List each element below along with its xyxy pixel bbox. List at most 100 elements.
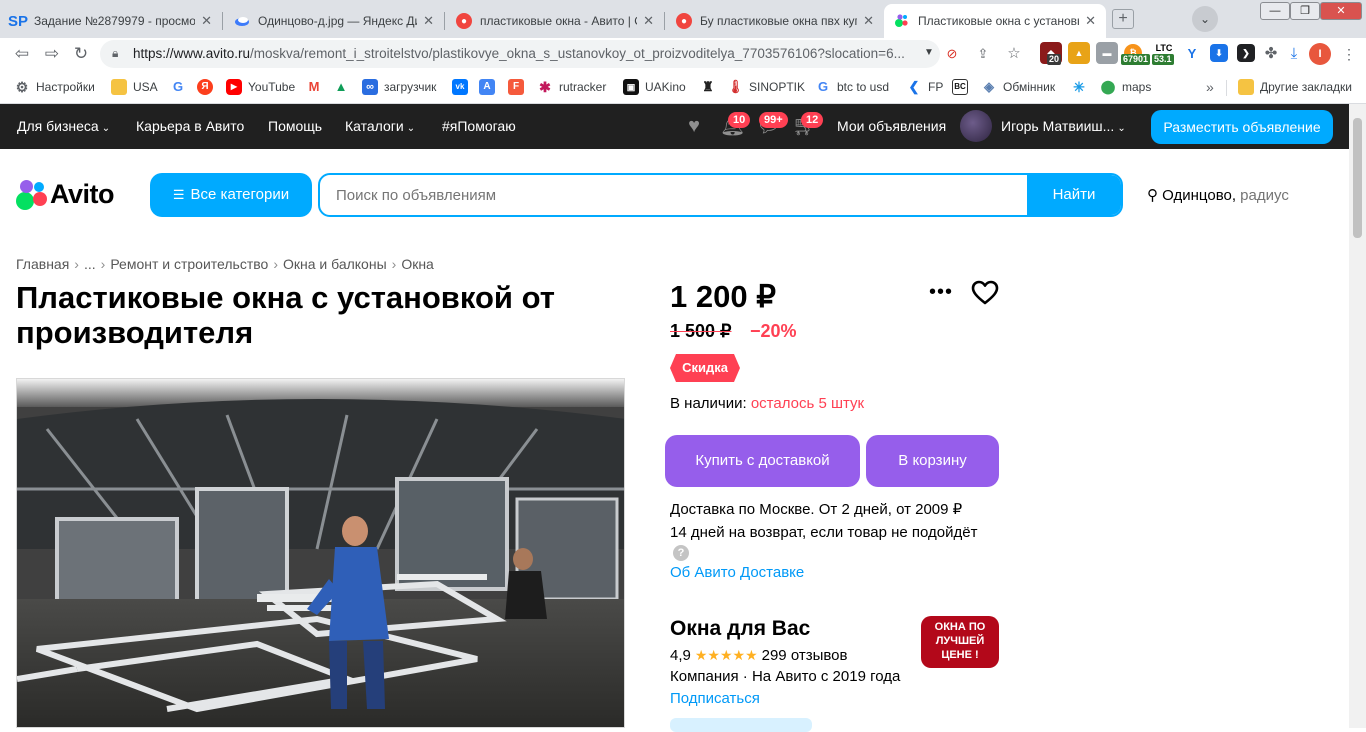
nav-catalogs[interactable]: Каталоги ⌄ xyxy=(345,118,415,134)
extension-download-icon[interactable]: ⬇ xyxy=(1210,44,1228,62)
bookmark-translate[interactable]: A xyxy=(479,78,501,96)
close-tab-icon[interactable]: ✕ xyxy=(863,13,874,29)
my-ads-link[interactable]: Мои объявления xyxy=(837,118,946,134)
blocked-icon[interactable]: ⊘ xyxy=(944,46,960,62)
favorite-heart-icon[interactable] xyxy=(971,280,999,306)
bookmark-chess[interactable]: ♜ xyxy=(700,78,722,96)
more-bookmarks-button[interactable]: » xyxy=(1206,79,1214,95)
seller-name[interactable]: Окна для Вас xyxy=(670,617,810,641)
uakino-icon: ▣ xyxy=(623,79,639,95)
extension-adblock-icon[interactable]: ▲ xyxy=(1068,42,1090,64)
nav-for-business[interactable]: Для бизнеса ⌄ xyxy=(17,118,110,134)
profile-avatar[interactable]: I xyxy=(1309,43,1331,65)
tab-search-icon[interactable]: ⌄ xyxy=(1192,6,1218,32)
bookmark-btc-to-usd[interactable]: Gbtc to usd xyxy=(815,78,889,96)
bookmark-uakino[interactable]: ▣ UAKino xyxy=(623,78,686,96)
bookmark-obminnik[interactable]: ◈ Обмінник xyxy=(981,78,1055,96)
avito-logo-text: Avito xyxy=(50,178,115,209)
close-tab-icon[interactable]: ✕ xyxy=(201,13,212,29)
search-input[interactable] xyxy=(320,175,1030,215)
add-to-cart-button[interactable]: В корзину xyxy=(866,435,999,487)
help-question-icon[interactable]: ? xyxy=(673,545,689,561)
fp-icon: ❮ xyxy=(908,79,920,94)
browser-tab[interactable]: SP Задание №2879979 - просмотр ✕ xyxy=(0,4,222,38)
bookmark-drive[interactable]: ▲ xyxy=(333,78,355,96)
close-tab-icon[interactable]: ✕ xyxy=(423,13,434,29)
close-tab-icon[interactable]: ✕ xyxy=(1085,13,1096,29)
maps-pin-icon: ⬤ xyxy=(1100,79,1116,94)
factory-photo-image xyxy=(17,379,624,727)
bookmark-settings[interactable]: ⚙ Настройки xyxy=(14,78,95,96)
user-name: Игорь Матвииш... xyxy=(1001,118,1115,134)
bookmark-usa[interactable]: USA xyxy=(111,78,158,96)
seller-logo[interactable]: ОКНА ПО ЛУЧШЕЙ ЦЕНЕ ! xyxy=(921,616,999,668)
bookmark-sinoptik[interactable]: 🌡︎ SINOPTIK xyxy=(727,78,805,96)
extension-briefcase-icon[interactable]: ▬ xyxy=(1096,42,1118,64)
close-window-button[interactable]: ✕ xyxy=(1320,2,1362,20)
url-text[interactable]: https://www.avito.ru/moskva/remont_i_str… xyxy=(133,46,923,61)
user-avatar[interactable] xyxy=(960,110,992,142)
breadcrumb-item[interactable]: Окна и балконы xyxy=(283,256,387,272)
more-options-icon[interactable]: ••• xyxy=(929,281,953,304)
browser-menu-icon[interactable]: ⋮ xyxy=(1342,46,1356,62)
reload-icon[interactable]: ↻ xyxy=(71,44,91,64)
nav-ya-pomogayu[interactable]: #яПомогаю xyxy=(442,118,516,134)
bookmark-google[interactable]: G xyxy=(170,78,192,96)
extension-y-icon[interactable]: Y xyxy=(1184,46,1200,62)
bookmark-bc[interactable]: BC xyxy=(952,78,974,96)
url-dropdown-icon[interactable]: ▼ xyxy=(924,47,934,58)
bookmark-youtube[interactable]: ▶ YouTube xyxy=(226,78,295,96)
browser-tab[interactable]: Одинцово-д.jpg — Яндекс Диск ✕ xyxy=(224,4,444,38)
avito-logo[interactable]: Avito xyxy=(16,178,115,210)
bookmark-vk[interactable]: vk xyxy=(452,78,474,96)
maximize-window-button[interactable]: ❐ xyxy=(1290,2,1320,20)
bookmark-fp[interactable]: ❮ FP xyxy=(906,78,944,96)
all-categories-button[interactable]: ☰ Все категории xyxy=(150,173,312,217)
bookmark-gmail[interactable]: M xyxy=(306,78,328,96)
nav-careers[interactable]: Карьера в Авито xyxy=(136,118,244,134)
breadcrumb-item[interactable]: ... xyxy=(84,256,96,272)
tab-title: Бу пластиковые окна пвх купить xyxy=(700,14,857,28)
new-tab-button[interactable]: + xyxy=(1112,9,1134,29)
delivery-terms: Доставка по Москве. От 2 дней, от 2009 ₽ xyxy=(670,501,963,518)
bookmark-star-icon[interactable]: ☆ xyxy=(1006,46,1022,62)
nav-help[interactable]: Помощь xyxy=(268,118,322,134)
favorites-heart-icon[interactable]: ♥ xyxy=(682,115,706,137)
breadcrumb-item[interactable]: Ремонт и строительство xyxy=(110,256,268,272)
bookmark-maps[interactable]: ⬤ maps xyxy=(1100,78,1152,96)
browser-tab-active[interactable]: Пластиковые окна с установкой ✕ xyxy=(884,4,1106,38)
bookmark-rutracker[interactable]: ✱ rutracker xyxy=(537,78,606,96)
forward-arrow-icon[interactable]: ⇨ xyxy=(42,44,62,64)
breadcrumb-item[interactable]: Окна xyxy=(401,256,434,272)
browser-tab[interactable]: ● Бу пластиковые окна пвх купить ✕ xyxy=(666,4,884,38)
user-menu[interactable]: Игорь Матвииш... ⌄ xyxy=(1001,118,1126,134)
about-avito-delivery-link[interactable]: Об Авито Доставке xyxy=(670,564,804,581)
back-arrow-icon[interactable]: ⇦ xyxy=(12,44,32,64)
tab-separator xyxy=(664,12,665,30)
other-bookmarks[interactable]: Другие закладки xyxy=(1238,78,1352,96)
bookmark-snowflake[interactable]: ✳ xyxy=(1071,78,1093,96)
yandex-disk-icon xyxy=(234,13,250,29)
extensions-puzzle-icon[interactable]: ✤ xyxy=(1263,46,1279,62)
lock-icon[interactable]: 🔒︎ xyxy=(112,46,118,61)
seller-rating[interactable]: 4,9 ★★★★★ 299 отзывов xyxy=(670,647,847,664)
downloads-icon[interactable]: ⤓ xyxy=(1286,46,1302,62)
bookmark-zagruzchik[interactable]: ∞ загрузчик xyxy=(362,78,436,96)
page-scrollbar[interactable] xyxy=(1349,104,1366,728)
browser-tab[interactable]: ● пластиковые окна - Авито | О ✕ xyxy=(446,4,664,38)
location-selector[interactable]: ⚲ Одинцово, радиус xyxy=(1147,186,1289,204)
subscribe-link[interactable]: Подписаться xyxy=(670,690,760,707)
share-icon[interactable]: ⇪ xyxy=(975,46,991,62)
close-tab-icon[interactable]: ✕ xyxy=(643,13,654,29)
bookmark-yandex[interactable]: Я xyxy=(197,78,219,96)
scrollbar-thumb[interactable] xyxy=(1353,118,1362,238)
extension-arrow-icon[interactable]: ❯ xyxy=(1237,44,1255,62)
listing-photo[interactable] xyxy=(16,378,625,728)
post-ad-button[interactable]: Разместить объявление xyxy=(1151,110,1333,144)
minimize-window-button[interactable]: — xyxy=(1260,2,1290,20)
bookmark-f[interactable]: F xyxy=(508,78,530,96)
buy-with-delivery-button[interactable]: Купить с доставкой xyxy=(665,435,860,487)
address-bar[interactable]: 🔒︎ https://www.avito.ru/moskva/remont_i_… xyxy=(100,40,940,68)
breadcrumb-item[interactable]: Главная xyxy=(16,256,69,272)
find-button[interactable]: Найти xyxy=(1027,175,1121,215)
